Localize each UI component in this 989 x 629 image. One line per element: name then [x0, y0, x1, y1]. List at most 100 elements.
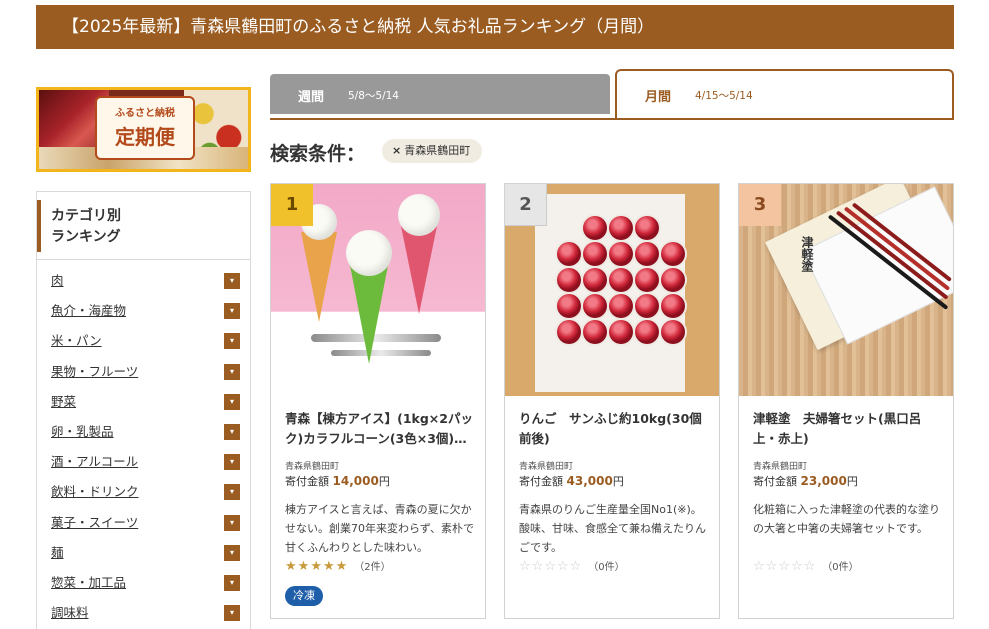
- star-icon: ☆: [765, 559, 779, 574]
- sidebar-item-label[interactable]: 酒・アルコール: [51, 454, 138, 469]
- filter-chip-label: 青森県鶴田町: [404, 144, 471, 157]
- category-ranking-sidebar: カテゴリ別 ランキング 肉 ▾ 魚介・海産物 ▾ 米・パン ▾ 果物・フルーツ ▾ 野菜…: [36, 191, 251, 629]
- sidebar-item-label[interactable]: 野菜: [51, 394, 76, 409]
- sidebar-item-seasonings[interactable]: 調味料 ▾: [37, 598, 250, 628]
- sidebar-item-noodles[interactable]: 麺 ▾: [37, 538, 250, 568]
- review-count[interactable]: （0件）: [588, 562, 624, 573]
- tab-monthly[interactable]: 月間 4/15〜5/14: [615, 69, 954, 119]
- star-icon: ☆: [753, 559, 766, 574]
- sidebar-item-meat[interactable]: 肉 ▾: [37, 266, 250, 296]
- star-icon: ★: [297, 559, 311, 574]
- sidebar-item-label[interactable]: 麺: [51, 545, 64, 560]
- product-name[interactable]: 津軽塗 夫婦箸セット(黒口呂上・赤上): [753, 409, 943, 449]
- category-list: 肉 ▾ 魚介・海産物 ▾ 米・パン ▾ 果物・フルーツ ▾ 野菜 ▾ 卵・乳製品 ▾ 酒・ア…: [37, 260, 250, 628]
- product-card[interactable]: 2 りんご サンふじ約10kg(30個前後) 青森県鶴田町 寄付金額 43,00…: [504, 183, 720, 619]
- rank-badge: 1: [271, 184, 313, 226]
- rating-stars: ★★★★★ （2件）: [285, 558, 391, 574]
- apple-icon: [557, 320, 581, 344]
- star-icon: ☆: [531, 559, 545, 574]
- apple-icon: [635, 268, 659, 292]
- sidebar-item-label[interactable]: 飲料・ドリンク: [51, 484, 139, 499]
- review-count[interactable]: （2件）: [354, 562, 390, 573]
- search-conditions-label: 検索条件：: [270, 143, 366, 165]
- sidebar-item-label[interactable]: 果物・フルーツ: [51, 364, 138, 379]
- sidebar-item-label[interactable]: 米・パン: [51, 333, 102, 348]
- apple-icon: [609, 216, 633, 240]
- price-label: 寄付金額: [753, 475, 797, 488]
- sidebar-item-label[interactable]: 魚介・海産物: [51, 303, 126, 318]
- sidebar-item-vegetables[interactable]: 野菜 ▾: [37, 387, 250, 417]
- product-price: 寄付金額 23,000円: [753, 473, 858, 489]
- chevron-down-icon[interactable]: ▾: [224, 574, 240, 591]
- chevron-down-icon[interactable]: ▾: [224, 393, 240, 410]
- price-unit: 円: [612, 475, 624, 488]
- apple-icon: [557, 268, 581, 292]
- product-description: 青森県のりんご生産量全国No1(※)。酸味、甘味、食感全て兼ね備えたりんごです。: [519, 503, 706, 554]
- star-icon: ☆: [519, 559, 532, 574]
- sidebar-item-label[interactable]: 調味料: [51, 605, 89, 620]
- tab-weekly[interactable]: 週間 5/8〜5/14: [270, 74, 610, 114]
- sidebar-heading: カテゴリ別 ランキング: [37, 192, 250, 260]
- product-location: 青森県鶴田町: [753, 462, 808, 472]
- product-price: 寄付金額 43,000円: [519, 473, 624, 489]
- chevron-down-icon[interactable]: ▾: [224, 363, 240, 380]
- product-card[interactable]: 1 青森【棟方アイス】(1kg×2パック)カラフルコーン(3色×3個)… 青森県…: [270, 183, 486, 619]
- price-unit: 円: [846, 475, 858, 488]
- filter-chip[interactable]: × 青森県鶴田町: [382, 139, 483, 163]
- price-value: 23,000: [800, 474, 847, 488]
- chevron-down-icon[interactable]: ▾: [224, 333, 240, 350]
- chevron-down-icon[interactable]: ▾: [224, 605, 240, 622]
- product-location: 青森県鶴田町: [285, 462, 340, 472]
- sidebar-item-eggs-dairy[interactable]: 卵・乳製品 ▾: [37, 417, 250, 447]
- apple-icon: [661, 320, 685, 344]
- product-name[interactable]: りんご サンふじ約10kg(30個前後): [519, 409, 709, 449]
- product-price: 寄付金額 14,000円: [285, 473, 390, 489]
- sidebar-item-label[interactable]: 惣菜・加工品: [51, 575, 126, 590]
- sidebar-item-fruit[interactable]: 果物・フルーツ ▾: [37, 357, 250, 387]
- price-label: 寄付金額: [285, 475, 329, 488]
- chevron-down-icon[interactable]: ▾: [224, 514, 240, 531]
- star-icon: ☆: [544, 559, 557, 574]
- apple-icon: [661, 268, 685, 292]
- close-icon[interactable]: ×: [392, 144, 401, 157]
- sidebar-item-prepared-foods[interactable]: 惣菜・加工品 ▾: [37, 568, 250, 598]
- star-icon: ☆: [556, 559, 570, 574]
- product-card[interactable]: 津軽塗 3 津軽塗 夫婦箸セット(黒口呂上・赤上) 青森県鶴田町 寄付金額 23…: [738, 183, 954, 619]
- apple-icon: [635, 216, 659, 240]
- apple-icon: [609, 242, 633, 266]
- apple-icon: [609, 320, 633, 344]
- rating-stars: ☆☆☆☆☆ （0件）: [753, 558, 859, 574]
- sidebar-item-label[interactable]: 菓子・スイーツ: [51, 515, 138, 530]
- rank-badge: 2: [505, 184, 547, 226]
- star-icon: ☆: [803, 559, 817, 574]
- chevron-down-icon[interactable]: ▾: [224, 454, 240, 471]
- product-name[interactable]: 青森【棟方アイス】(1kg×2パック)カラフルコーン(3色×3個)…: [285, 409, 475, 449]
- sidebar-item-seafood[interactable]: 魚介・海産物 ▾: [37, 296, 250, 326]
- sidebar-item-sweets[interactable]: 菓子・スイーツ ▾: [37, 508, 250, 538]
- product-description: 棟方アイスと言えば、青森の夏に欠かせない。創業70年来変わらず、素朴で甘くふんわ…: [285, 503, 475, 554]
- chevron-down-icon[interactable]: ▾: [224, 303, 240, 320]
- star-icon: ☆: [778, 559, 791, 574]
- apple-icon: [557, 294, 581, 318]
- chevron-down-icon[interactable]: ▾: [224, 423, 240, 440]
- apple-icon: [661, 294, 685, 318]
- price-value: 14,000: [332, 474, 379, 488]
- sidebar-item-label[interactable]: 肉: [51, 273, 64, 288]
- sidebar-item-alcohol[interactable]: 酒・アルコール ▾: [37, 447, 250, 477]
- sidebar-item-label[interactable]: 卵・乳製品: [51, 424, 114, 439]
- banner-line2: 定期便: [115, 125, 175, 149]
- sidebar-item-drinks[interactable]: 飲料・ドリンク ▾: [37, 477, 250, 507]
- review-count[interactable]: （0件）: [822, 562, 858, 573]
- star-icon: ★: [285, 559, 298, 574]
- sidebar-heading-line1: カテゴリ別: [51, 208, 121, 224]
- subscription-banner[interactable]: ふるさと納税 定期便: [36, 87, 251, 172]
- apple-icon: [635, 320, 659, 344]
- apple-icon: [661, 242, 685, 266]
- apple-icon: [583, 216, 607, 240]
- sidebar-item-rice-bread[interactable]: 米・パン ▾: [37, 326, 250, 356]
- product-description: 化粧箱に入った津軽塗の代表的な塗りの大箸と中箸の夫婦箸セットです。: [753, 503, 940, 535]
- price-label: 寄付金額: [519, 475, 563, 488]
- chevron-down-icon[interactable]: ▾: [224, 484, 240, 501]
- chevron-down-icon[interactable]: ▾: [224, 544, 240, 561]
- chevron-down-icon[interactable]: ▾: [224, 273, 240, 289]
